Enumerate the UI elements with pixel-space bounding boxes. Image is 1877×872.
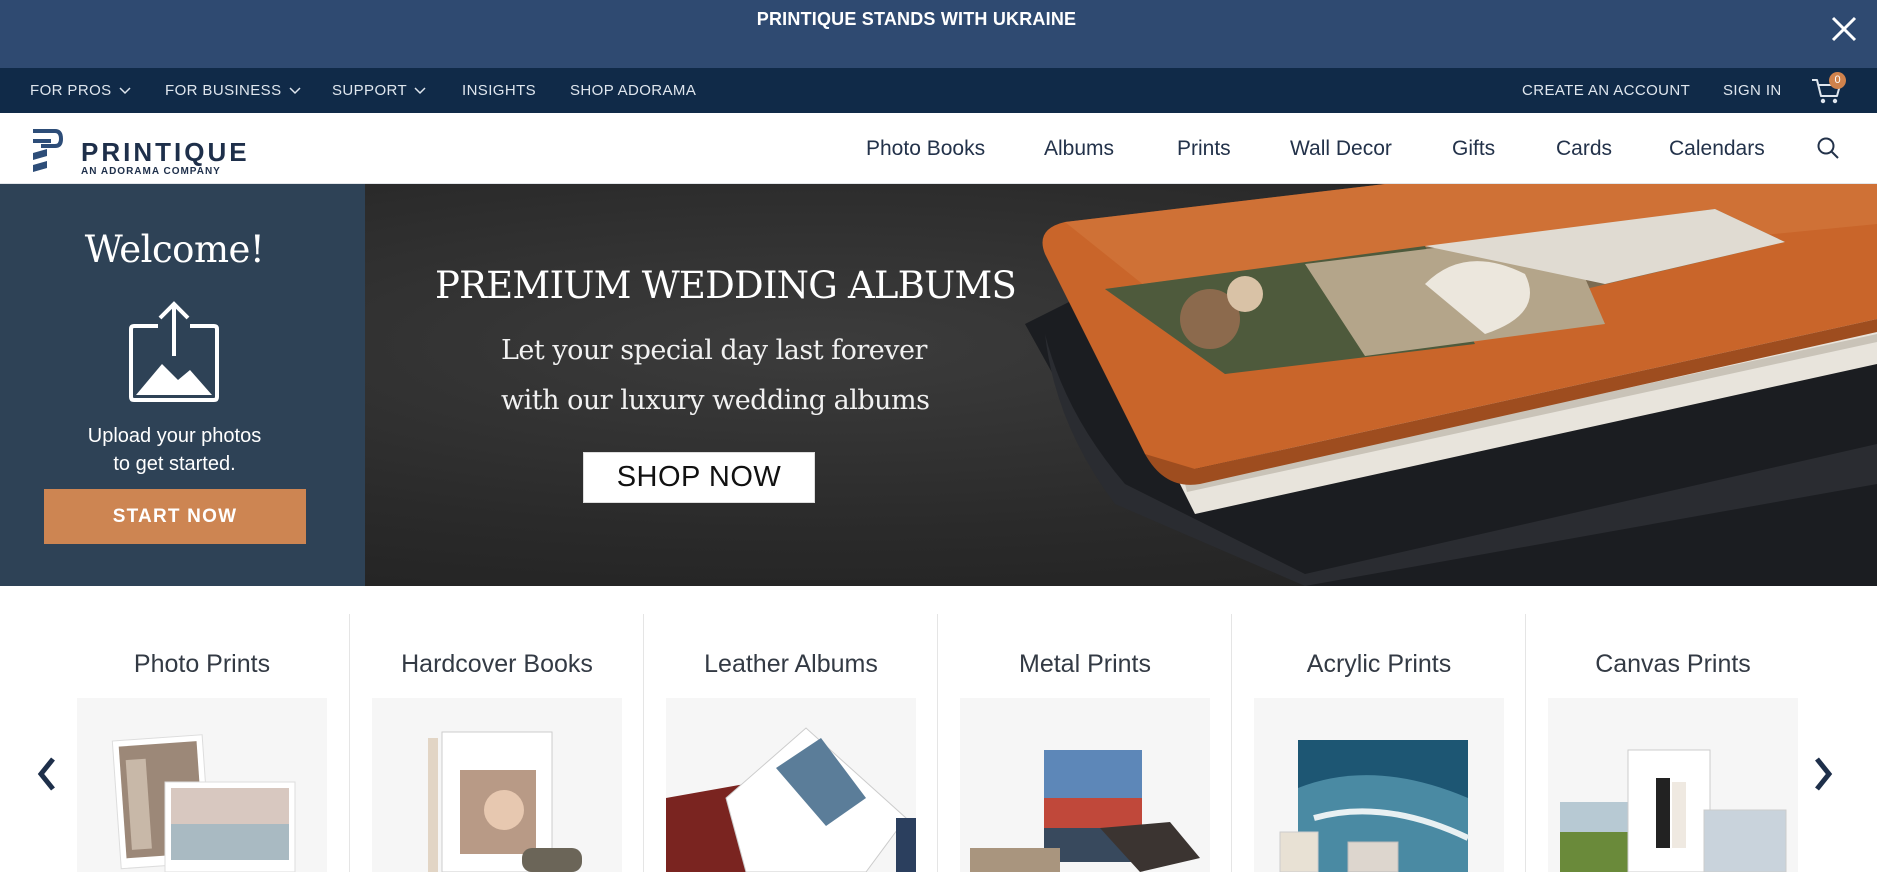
category-title: Photo Prints: [133, 650, 271, 678]
acrylic-prints-image: [1254, 698, 1504, 872]
category-card-canvas-prints[interactable]: Canvas Prints: [1525, 614, 1819, 872]
photo-prints-image: [77, 698, 327, 872]
nav-albums[interactable]: Albums: [1044, 137, 1114, 161]
category-title: Canvas Prints: [1595, 650, 1751, 678]
welcome-text-line2: to get started.: [113, 453, 236, 475]
utility-nav-label: SHOP ADORAMA: [570, 82, 697, 99]
logo-mark-icon: [33, 129, 63, 172]
sign-in-label: SIGN IN: [1723, 82, 1782, 99]
start-now-button[interactable]: START NOW: [44, 489, 306, 544]
chevron-down-icon: [119, 86, 131, 94]
welcome-text-line1: Upload your photos: [87, 425, 262, 447]
upload-photo-icon[interactable]: [128, 300, 220, 406]
nav-photo-books[interactable]: Photo Books: [866, 137, 985, 161]
category-title: Acrylic Prints: [1306, 650, 1452, 678]
wedding-album-image: [1025, 184, 1877, 586]
banner-title: PREMIUM WEDDING ALBUMS: [435, 264, 1017, 307]
close-icon[interactable]: [1827, 12, 1861, 46]
utility-nav-for-pros[interactable]: FOR PROS: [30, 82, 131, 99]
announcement-bar: PRINTIQUE STANDS WITH UKRAINE: [0, 0, 1877, 68]
utility-nav: FOR PROS FOR BUSINESS SUPPORT INSIGHTS S…: [0, 68, 1877, 113]
category-title: Hardcover Books: [401, 650, 593, 678]
hardcover-books-image: [372, 698, 622, 872]
printique-logo[interactable]: PRINTIQUE AN ADORAMA COMPANY: [29, 123, 269, 177]
category-card-metal-prints[interactable]: Metal Prints: [937, 614, 1231, 872]
logo-subtitle: AN ADORAMA COMPANY: [81, 166, 221, 177]
utility-nav-support[interactable]: SUPPORT: [332, 82, 426, 99]
nav-gifts[interactable]: Gifts: [1452, 137, 1495, 161]
category-card-hardcover-books[interactable]: Hardcover Books: [349, 614, 643, 872]
nav-cards[interactable]: Cards: [1556, 137, 1612, 161]
cart-count-badge: 0: [1829, 72, 1846, 89]
utility-nav-insights[interactable]: INSIGHTS: [462, 82, 536, 99]
chevron-down-icon: [288, 86, 301, 94]
welcome-text: Upload your photos to get started.: [0, 422, 349, 478]
create-account-link[interactable]: CREATE AN ACCOUNT: [1522, 82, 1690, 99]
utility-nav-for-business[interactable]: FOR BUSINESS: [165, 82, 301, 99]
banner-subtitle: Let your special day last forever with o…: [501, 326, 931, 426]
create-account-label: CREATE AN ACCOUNT: [1522, 82, 1691, 99]
nav-prints[interactable]: Prints: [1177, 137, 1231, 161]
nav-calendars[interactable]: Calendars: [1669, 137, 1765, 161]
utility-nav-label: FOR BUSINESS: [165, 82, 282, 99]
chevron-right-icon[interactable]: [1812, 756, 1834, 792]
utility-nav-label: SUPPORT: [332, 82, 408, 99]
nav-wall-decor[interactable]: Wall Decor: [1290, 137, 1392, 161]
chevron-down-icon: [414, 86, 426, 94]
sign-in-link[interactable]: SIGN IN: [1723, 82, 1782, 99]
banner-subtitle-line1: Let your special day last forever: [501, 335, 927, 366]
utility-nav-label: INSIGHTS: [462, 82, 537, 99]
category-card-leather-albums[interactable]: Leather Albums: [643, 614, 937, 872]
leather-albums-image: [666, 698, 916, 872]
category-carousel: Photo Prints Hardcover Books Leather Alb…: [0, 586, 1877, 872]
category-title: Metal Prints: [1019, 650, 1151, 678]
category-title: Leather Albums: [704, 650, 878, 678]
utility-nav-label: FOR PROS: [30, 82, 112, 99]
shop-now-button[interactable]: SHOP NOW: [583, 452, 815, 503]
hero-banner[interactable]: PREMIUM WEDDING ALBUMS Let your special …: [365, 184, 1877, 586]
canvas-prints-image: [1548, 698, 1798, 872]
banner-subtitle-line2: with our luxury wedding albums: [501, 385, 930, 416]
logo-wordmark: PRINTIQUE: [81, 137, 250, 167]
announcement-text: PRINTIQUE STANDS WITH UKRAINE: [756, 9, 1077, 29]
welcome-title: Welcome!: [84, 228, 265, 271]
welcome-panel: Welcome! Upload your photos to get start…: [0, 184, 365, 586]
search-icon[interactable]: [1816, 136, 1840, 160]
metal-prints-image: [960, 698, 1210, 872]
main-header: PRINTIQUE AN ADORAMA COMPANY Photo Books…: [0, 113, 1877, 184]
utility-nav-shop-adorama[interactable]: SHOP ADORAMA: [570, 82, 696, 99]
category-card-acrylic-prints[interactable]: Acrylic Prints: [1231, 614, 1525, 872]
category-card-photo-prints[interactable]: Photo Prints: [55, 614, 349, 872]
